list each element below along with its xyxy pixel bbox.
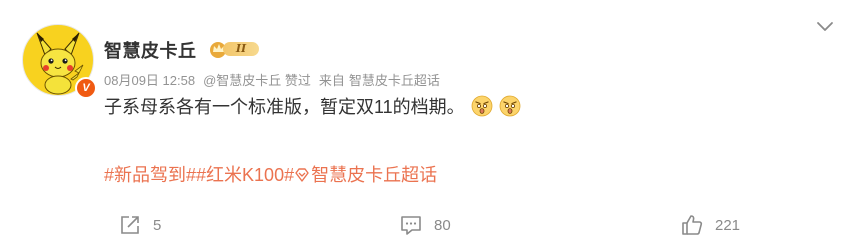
like-icon bbox=[682, 215, 703, 235]
post-time[interactable]: 08月09日 12:58 bbox=[104, 73, 195, 88]
action-bar: 5 80 221 bbox=[0, 210, 858, 240]
avatar[interactable]: V bbox=[22, 24, 97, 99]
post-source: @智慧皮卡丘 赞过 bbox=[203, 73, 311, 88]
hashtag-link[interactable]: #红米K100# bbox=[196, 165, 294, 185]
username[interactable]: 智慧皮卡丘 bbox=[104, 37, 197, 63]
supertopic-label: 智慧皮卡丘超话 bbox=[311, 165, 438, 185]
emoji-icon bbox=[499, 95, 521, 117]
from-label: 来自 bbox=[318, 73, 345, 88]
hashtag-line: #新品驾到##红米K100# 智慧皮卡丘超话 bbox=[104, 162, 437, 188]
weibo-post-card: V 智慧皮卡丘 II 08月09日 12:58 @智慧皮卡丘 赞过 来自 智慧皮卡丘超… bbox=[0, 0, 858, 247]
supertopic-link[interactable]: 智慧皮卡丘超话 bbox=[294, 165, 437, 185]
hashtag-link[interactable]: #新品驾到# bbox=[104, 165, 196, 185]
chevron-down-icon[interactable] bbox=[815, 20, 835, 34]
emoji-icon bbox=[471, 95, 493, 117]
level-badge[interactable]: II bbox=[209, 40, 260, 58]
comment-count: 80 bbox=[434, 216, 451, 234]
level-label: II bbox=[223, 42, 259, 56]
comment-icon bbox=[401, 216, 421, 235]
like-count: 221 bbox=[715, 216, 741, 234]
repost-icon bbox=[121, 216, 139, 234]
like-button[interactable]: 221 bbox=[681, 210, 740, 240]
post-text-body: 子系母系各有一个标准版，暂定双11的档期。 bbox=[104, 97, 465, 117]
super-topic-icon bbox=[295, 168, 309, 182]
comment-button[interactable]: 80 bbox=[400, 210, 451, 240]
repost-count: 5 bbox=[153, 216, 162, 234]
post-text: 子系母系各有一个标准版，暂定双11的档期。 bbox=[104, 94, 521, 120]
verified-icon: V bbox=[75, 77, 97, 99]
post-meta: 08月09日 12:58 @智慧皮卡丘 赞过 来自 智慧皮卡丘超话 bbox=[104, 70, 448, 89]
repost-button[interactable]: 5 bbox=[119, 210, 161, 240]
from-link[interactable]: 智慧皮卡丘超话 bbox=[349, 73, 440, 88]
